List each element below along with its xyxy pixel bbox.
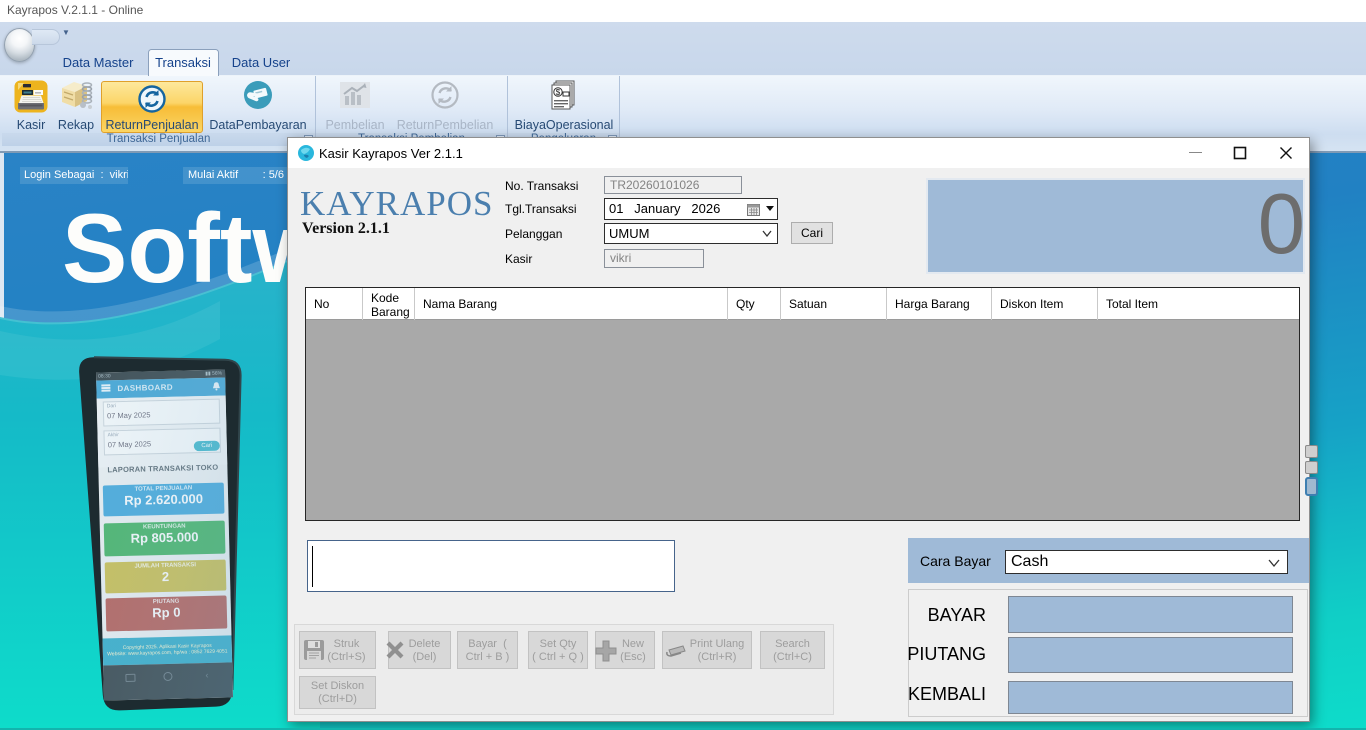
svg-text:$: $	[556, 88, 561, 97]
